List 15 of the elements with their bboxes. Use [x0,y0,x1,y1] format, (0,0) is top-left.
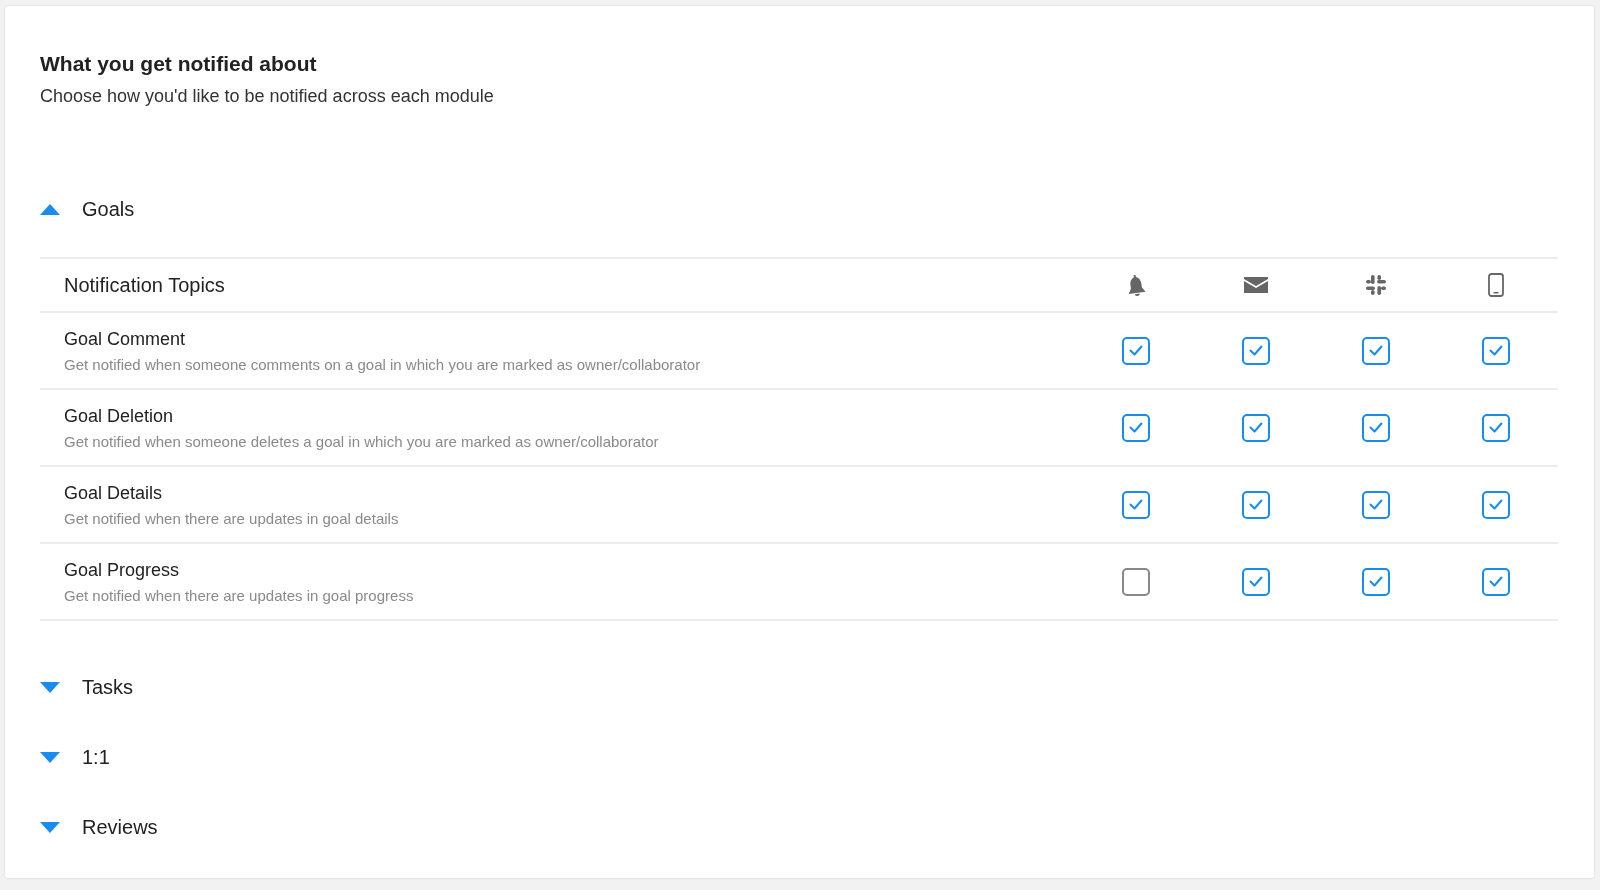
topic-title: Goal Details [64,482,163,504]
section-subtitle: Choose how you'd like to be notified across each module [40,86,494,107]
topic-description: Get notified when there are updates in goal progress [64,586,414,604]
module-toggle[interactable]: 1:1 [40,743,110,771]
topic-description: Get notified when there are updates in goal details [64,509,399,527]
topic-title: Goal Progress [64,559,180,581]
module-toggle[interactable]: Goals [40,195,135,223]
section-heading: What you get notified about [40,52,317,76]
topic-title: Goal Deletion [64,405,174,427]
module-toggle[interactable]: Reviews [40,813,158,841]
topic-description: Get notified when someone comments on a goal in which you are marked as owner/collaborator [64,355,701,373]
topic-description: Get notified when someone deletes a goal in which you are marked as owner/collaborator [64,432,659,450]
topic-title: Goal Comment [64,328,186,350]
column-heading: Notification Topics [64,273,225,297]
module-toggle[interactable]: Tasks [40,673,134,701]
